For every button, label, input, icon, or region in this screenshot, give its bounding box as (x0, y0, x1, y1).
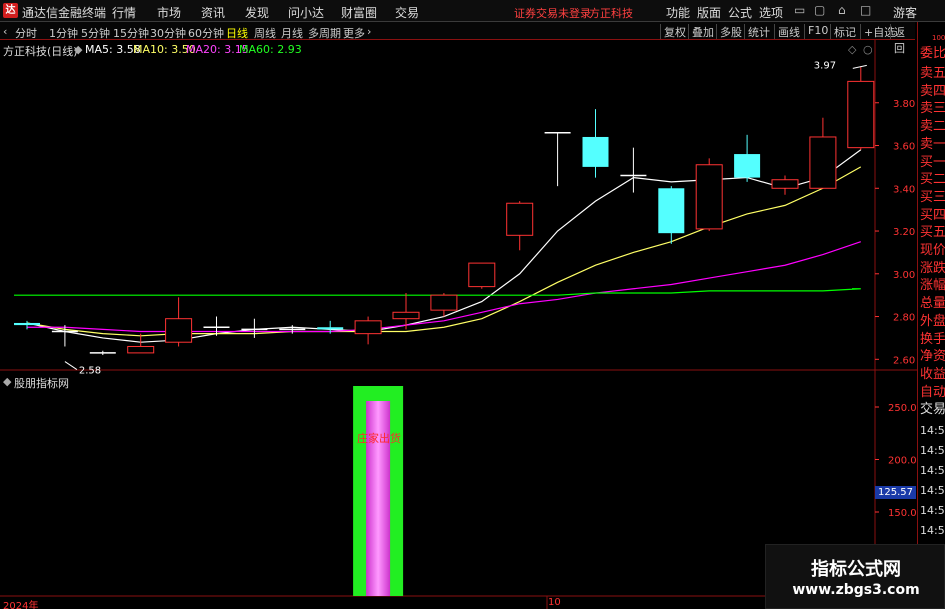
ind-tick-label-1: 150.0 (888, 508, 917, 519)
candle-14 (544, 131, 571, 187)
quote-item-13: 总量 (920, 296, 945, 312)
candle-22 (847, 66, 875, 150)
quote-item-6: 买二 (920, 172, 945, 188)
quote-item-7: 买三 (920, 189, 945, 205)
quote-item-4: 卖一 (920, 136, 945, 152)
candle-20 (771, 175, 799, 195)
candle-body-4 (165, 318, 193, 343)
candle-9 (354, 316, 382, 345)
app-window: 达 通达信金融终端 行情 市场 资讯 发现 问小达 财富圈 交易 证券交易未登录… (0, 0, 945, 609)
indicator-value-tag: 125.57 (875, 486, 916, 499)
quote-auto[interactable]: 自动 (920, 385, 945, 401)
trade-time-5: 14:56 (920, 524, 945, 537)
candle-body-17 (658, 188, 685, 234)
price-tick-label-6: 3.80 (893, 99, 915, 110)
candle-0 (14, 320, 40, 330)
candle-21 (809, 117, 837, 189)
ind-tick-label-2: 200.0 (888, 456, 917, 467)
annotation-arrow-1 (64, 361, 78, 371)
quote-item-8: 买四 (920, 207, 945, 223)
quote-trade[interactable]: 交易 (920, 402, 945, 418)
ind-tick-label-3: 250.0 (888, 403, 917, 414)
quote-item-17: 收益 (920, 366, 945, 382)
annotation-label-1: 2.58 (79, 366, 101, 377)
price-chart: 2.602.803.003.203.403.603.80 100.0150.02… (0, 40, 917, 609)
candle-3 (127, 333, 155, 354)
price-tick-label-4: 3.40 (893, 184, 915, 195)
candle-body-11 (430, 294, 458, 311)
quote-item-0: 卖五 (920, 66, 945, 81)
candle-19 (734, 134, 761, 182)
quote-item-10: 现价 (920, 243, 945, 258)
candle-17 (658, 186, 685, 244)
trade-time-3: 14:56 (920, 484, 945, 497)
trade-time-2: 14:56 (920, 464, 945, 477)
ma-line-ma60 (14, 288, 861, 296)
price-tick-label-3: 3.20 (893, 227, 915, 238)
candle-body-15 (582, 136, 609, 167)
candle-body-13 (506, 202, 534, 236)
candle-body-22 (847, 80, 875, 149)
quote-top-badge: 1000 (932, 34, 945, 42)
ma-line-ma20 (27, 241, 861, 333)
quote-weibi: 委比 (920, 46, 945, 61)
candle-4 (165, 297, 193, 347)
annotation-arrow-0 (852, 64, 867, 69)
price-tick-label-1: 2.80 (893, 313, 915, 324)
quote-item-12: 涨幅 (920, 278, 945, 294)
candle-18 (695, 158, 723, 232)
candle-body-0 (14, 322, 40, 326)
quote-item-15: 换手 (920, 331, 945, 347)
quote-item-2: 卖三 (920, 101, 945, 117)
quote-item-1: 卖四 (920, 83, 945, 99)
quote-item-14: 外盘 (920, 313, 945, 329)
candle-body-3 (127, 345, 155, 354)
trade-time-0: 14:56 (920, 424, 945, 437)
candle-15 (582, 109, 609, 178)
watermark-badge: 指标公式网 www.zbgs3.com (765, 544, 945, 609)
trade-time-1: 14:56 (920, 444, 945, 457)
annotation-label-0: 3.97 (814, 60, 836, 71)
quote-item-9: 买五 (920, 225, 945, 241)
price-tick-label-5: 3.60 (893, 142, 915, 153)
watermark-title: 指标公式网 (811, 559, 901, 580)
price-tick-label-0: 2.60 (893, 355, 915, 366)
quote-item-3: 卖二 (920, 119, 945, 135)
candle-body-12 (468, 262, 496, 288)
candle-body-20 (771, 179, 799, 189)
price-tick-label-2: 3.00 (893, 270, 915, 281)
indicator-toggle-icon[interactable]: ◆ (3, 375, 11, 388)
candle-body-8 (317, 327, 344, 330)
indicator-signal-label: 庄家出货 (357, 432, 401, 445)
quote-panel: 委比 1000 卖五卖四卖三卖二卖一买一买二买三买四买五现价涨跌涨幅总量外盘换手… (917, 22, 945, 609)
candle-16 (620, 147, 647, 193)
candle-2 (89, 350, 116, 356)
quote-item-5: 买一 (920, 154, 945, 170)
indicator-name: 股朋指标网 (14, 377, 69, 390)
candle-13 (506, 201, 534, 251)
date-axis-start: 2024年 (3, 601, 39, 609)
candle-body-18 (695, 164, 723, 230)
candle-body-19 (734, 154, 761, 178)
trade-time-4: 14:56 (920, 504, 945, 517)
candle-body-10 (392, 311, 420, 320)
watermark-url: www.zbgs3.com (792, 582, 920, 598)
quote-item-16: 净资 (920, 349, 945, 365)
candle-12 (468, 262, 496, 289)
quote-item-11: 涨跌 (920, 260, 945, 276)
candle-body-9 (354, 320, 382, 335)
date-axis-mark: 10 (548, 597, 561, 608)
candle-body-21 (809, 136, 837, 189)
